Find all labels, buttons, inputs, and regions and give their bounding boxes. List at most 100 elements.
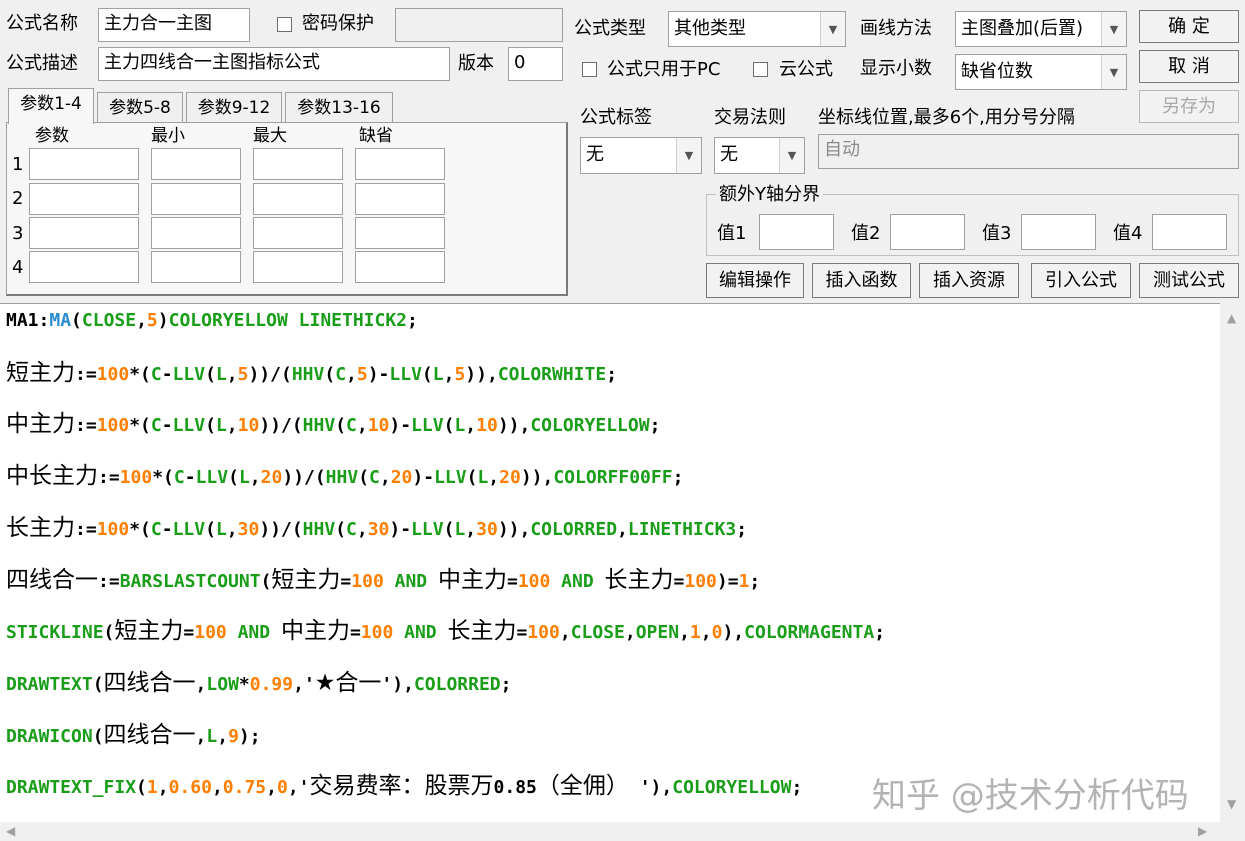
param-1-min[interactable] (151, 148, 241, 180)
formula-tag-value: 无 (586, 144, 604, 165)
draw-method-value: 主图叠加(后置) (961, 18, 1084, 39)
param-2-name[interactable] (29, 183, 139, 215)
tab-params-13-16[interactable]: 参数13-16 (285, 92, 393, 122)
password-input[interactable] (395, 8, 563, 42)
code-token: , (465, 518, 477, 540)
decimal-select[interactable]: 缺省位数 ▼ (955, 54, 1127, 90)
param-4-max[interactable] (253, 251, 343, 283)
tab-params-1-4[interactable]: 参数1-4 (8, 88, 94, 124)
param-1-max[interactable] (253, 148, 343, 180)
chevron-down-icon[interactable]: ▼ (1101, 55, 1126, 89)
horizontal-scrollbar[interactable]: ◀ ▶ (0, 822, 1220, 841)
param-4-default[interactable] (355, 251, 445, 283)
code-token: ))/( (282, 467, 326, 489)
param-4-min[interactable] (151, 251, 241, 283)
pc-only-checkbox[interactable] (582, 62, 597, 77)
code-line[interactable]: 中长主力:=100*(C-LLV(L,20))/(HHV(C,20)-LLV(L… (6, 463, 683, 491)
axis-lines-input[interactable]: 自动 (818, 134, 1239, 169)
code-token: 20 (260, 467, 283, 489)
scroll-down-icon[interactable]: ▼ (1227, 797, 1236, 811)
cancel-button[interactable]: 取 消 (1139, 50, 1239, 83)
insert-function-button[interactable]: 插入函数 (812, 263, 911, 298)
param-3-name[interactable] (29, 217, 139, 249)
code-line[interactable]: 短主力:=100*(C-LLV(L,5))/(HHV(C,5)-LLV(L,5)… (6, 360, 617, 388)
code-token: ; (749, 570, 761, 592)
code-line[interactable]: MA1:MA(CLOSE,5)COLORYELLOW LINETHICK2; (6, 308, 418, 334)
code-line[interactable]: STICKLINE(短主力=100 AND 中主力=100 AND 长主力=10… (6, 618, 885, 646)
axis-lines-label: 坐标线位置,最多6个,用分号分隔 (818, 107, 1075, 128)
pc-only-label: 公式只用于PC (607, 59, 721, 80)
chevron-down-icon[interactable]: ▼ (820, 12, 845, 46)
code-token: 5 (356, 363, 368, 385)
param-4-name[interactable] (29, 251, 139, 283)
code-token: 0.75 (222, 777, 267, 799)
code-token: C (369, 467, 380, 489)
value1-input[interactable] (759, 214, 834, 250)
formula-name-input[interactable]: 主力合一主图 (98, 8, 250, 42)
insert-resource-button[interactable]: 插入资源 (919, 263, 1019, 298)
code-token: 100 (517, 570, 551, 592)
code-editor[interactable]: MA1:MA(CLOSE,5)COLORYELLOW LINETHICK2; 短主… (0, 303, 1220, 823)
value1-label: 值1 (717, 223, 747, 244)
draw-method-select[interactable]: 主图叠加(后置) ▼ (955, 11, 1127, 47)
param-3-min[interactable] (151, 217, 241, 249)
edit-operations-button[interactable]: 编辑操作 (706, 263, 804, 298)
param-2-max[interactable] (253, 183, 343, 215)
code-token: '), (628, 777, 673, 799)
param-3-max[interactable] (253, 217, 343, 249)
param-3-default[interactable] (355, 217, 445, 249)
code-line[interactable]: 四线合一:=BARSLASTCOUNT(短主力=100 AND 中主力=100 … (6, 567, 760, 595)
password-checkbox[interactable] (277, 17, 292, 32)
code-line[interactable]: DRAWICON(四线合一,L,9); (6, 722, 261, 750)
value2-input[interactable] (890, 214, 965, 250)
code-token: ; (791, 777, 803, 799)
code-token: ( (358, 467, 370, 489)
code-token: ( (260, 570, 272, 592)
code-token: , (249, 467, 261, 489)
chevron-down-icon[interactable]: ▼ (676, 138, 701, 173)
code-token: LOW (206, 673, 239, 695)
scroll-left-icon[interactable]: ◀ (6, 824, 15, 838)
save-as-button[interactable]: 另存为 (1139, 90, 1239, 123)
param-1-default[interactable] (355, 148, 445, 180)
code-line[interactable]: DRAWTEXT(四线合一,LOW*0.99,'★合一'),COLORRED; (6, 670, 511, 698)
code-token: COLORYELLOW LINETHICK2 (168, 310, 408, 331)
import-formula-button[interactable]: 引入公式 (1031, 263, 1131, 298)
formula-desc-input[interactable]: 主力四线合一主图指标公式 (98, 47, 450, 81)
param-2-min[interactable] (151, 183, 241, 215)
tab-params-5-8[interactable]: 参数5-8 (97, 92, 183, 122)
formula-tag-select[interactable]: 无 ▼ (580, 137, 702, 174)
code-line[interactable]: 长主力:=100*(C-LLV(L,30))/(HHV(C,30)-LLV(L,… (6, 515, 747, 543)
chevron-down-icon[interactable]: ▼ (779, 138, 804, 173)
code-token: COLORRED (413, 673, 501, 695)
trade-rule-value: 无 (720, 144, 738, 165)
value3-input[interactable] (1021, 214, 1096, 250)
code-token: DRAWTEXT (6, 673, 93, 695)
watermark: 知乎 @技术分析代码 (872, 776, 1189, 816)
formula-type-select[interactable]: 其他类型 ▼ (668, 11, 846, 47)
scroll-right-icon[interactable]: ▶ (1198, 824, 1207, 838)
params-header-param: 参数 (35, 126, 69, 146)
code-token: 100 (119, 467, 153, 489)
version-input[interactable]: 0 (508, 47, 563, 81)
code-token: , (217, 725, 229, 747)
param-1-name[interactable] (29, 148, 139, 180)
cloud-formula-checkbox[interactable] (753, 62, 768, 77)
test-formula-button[interactable]: 测试公式 (1139, 263, 1239, 298)
ok-button[interactable]: 确 定 (1139, 10, 1239, 43)
code-token: )), (465, 363, 498, 385)
code-token: C (150, 363, 162, 385)
trade-rule-select[interactable]: 无 ▼ (714, 137, 805, 174)
code-line[interactable]: DRAWTEXT_FIX(1,0.60,0.75,0,'交易费率：股票万0.85… (6, 773, 802, 801)
tab-params-9-12[interactable]: 参数9-12 (186, 92, 282, 122)
code-line[interactable]: 中主力:=100*(C-LLV(L,10))/(HHV(C,10)-LLV(L,… (6, 411, 660, 439)
param-2-default[interactable] (355, 183, 445, 215)
code-text-cjk: ★合一 (314, 669, 382, 696)
scroll-up-icon[interactable]: ▲ (1227, 311, 1236, 325)
code-token: ; (500, 673, 512, 695)
code-token: L (215, 518, 227, 540)
code-token: LLV (195, 467, 229, 489)
vertical-scrollbar[interactable]: ▲ ▼ (1220, 303, 1245, 822)
value4-input[interactable] (1152, 214, 1227, 250)
chevron-down-icon[interactable]: ▼ (1101, 12, 1126, 46)
